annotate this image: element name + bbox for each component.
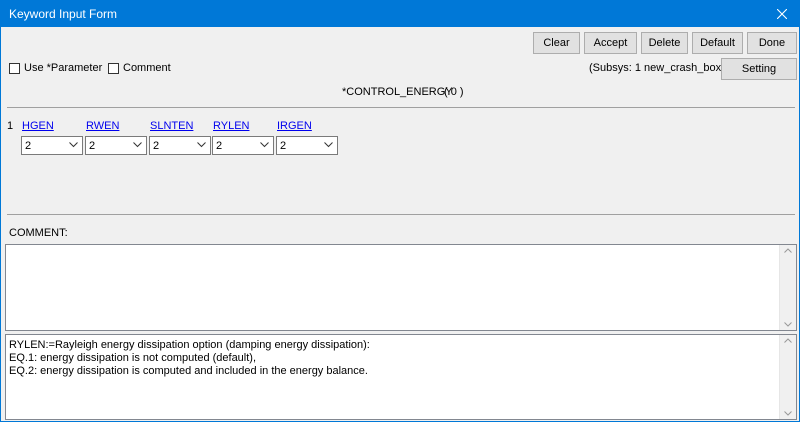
description-scrollbar[interactable] [779,335,796,419]
close-icon [777,9,787,19]
comment-scrollbar[interactable] [779,245,796,330]
rylen-value: 2 [216,140,223,152]
hgen-select[interactable]: 2 [21,136,83,155]
use-parameter-label: Use *Parameter [24,62,103,74]
comment-section-label: COMMENT: [9,227,68,239]
separator [7,107,795,108]
card-row-number: 1 [7,120,14,132]
scroll-down-arrow-icon[interactable] [784,322,792,327]
description-line: EQ.2: energy dissipation is computed and… [9,365,368,377]
window-title: Keyword Input Form [9,7,118,21]
chevron-down-icon [69,142,78,148]
setting-button[interactable]: Setting [721,58,797,80]
delete-button[interactable]: Delete [641,32,688,54]
comment-textarea[interactable] [5,244,797,331]
use-parameter-checkbox-box[interactable] [9,62,20,74]
close-button[interactable] [765,1,799,27]
default-button[interactable]: Default [692,32,743,54]
field-label-irgen[interactable]: IRGEN [277,120,312,132]
field-label-rylen[interactable]: RYLEN [213,120,249,132]
keyword-input-form-window: Keyword Input Form Clear Accept Delete D… [0,0,800,422]
slnten-select[interactable]: 2 [149,136,211,155]
keyword-count: ( 0 ) [444,86,464,98]
chevron-down-icon [260,142,269,148]
rwen-value: 2 [89,140,96,152]
chevron-down-icon [133,142,142,148]
field-label-rwen[interactable]: RWEN [86,120,119,132]
comment-checkbox-label: Comment [123,62,171,74]
accept-button[interactable]: Accept [584,32,637,54]
slnten-value: 2 [153,140,160,152]
irgen-select[interactable]: 2 [276,136,338,155]
keyword-description-panel[interactable]: RYLEN:=Rayleigh energy dissipation optio… [5,334,797,420]
subsys-label: (Subsys: 1 new_crash_box.k) [589,62,734,74]
scroll-down-arrow-icon[interactable] [784,411,792,416]
description-line: EQ.1: energy dissipation is not computed… [9,352,257,364]
comment-checkbox[interactable]: Comment [108,62,171,74]
irgen-value: 2 [280,140,287,152]
scroll-up-arrow-icon[interactable] [784,338,792,343]
comment-checkbox-box[interactable] [108,62,119,74]
rylen-select[interactable]: 2 [212,136,274,155]
keyword-name: *CONTROL_ENERGY [342,86,453,98]
field-label-hgen[interactable]: HGEN [22,120,54,132]
description-line: RYLEN:=Rayleigh energy dissipation optio… [9,339,370,351]
field-label-slnten[interactable]: SLNTEN [150,120,193,132]
separator [7,214,795,215]
use-parameter-checkbox[interactable]: Use *Parameter [9,62,102,74]
title-bar: Keyword Input Form [1,1,799,27]
clear-button[interactable]: Clear [533,32,580,54]
rwen-select[interactable]: 2 [85,136,147,155]
chevron-down-icon [197,142,206,148]
scroll-up-arrow-icon[interactable] [784,248,792,253]
chevron-down-icon [324,142,333,148]
done-button[interactable]: Done [747,32,797,54]
hgen-value: 2 [25,140,32,152]
